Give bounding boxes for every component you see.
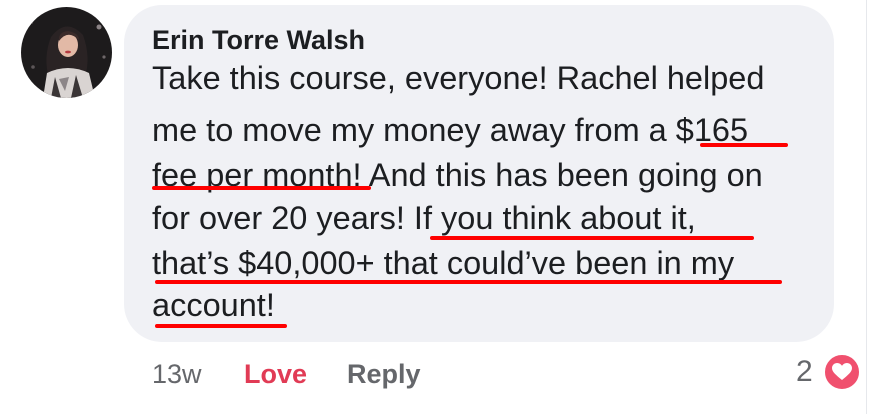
comment-text-line: for over 20 years! If you think about it…: [152, 200, 696, 236]
annotation-underline: [700, 143, 788, 147]
love-button[interactable]: Love: [244, 357, 307, 391]
annotation-underline: [152, 186, 371, 190]
heart-icon[interactable]: [823, 353, 861, 391]
annotation-underline: [155, 324, 287, 328]
comment-text-line: that’s $40,000+ that could’ve been in my: [152, 245, 735, 281]
right-divider: [866, 0, 867, 414]
avatar[interactable]: [21, 7, 112, 98]
comment-text-line: account!: [152, 287, 275, 323]
annotation-underline: [430, 236, 754, 240]
comment-timestamp[interactable]: 13w: [152, 357, 202, 391]
comment-author[interactable]: Erin Torre Walsh: [152, 25, 365, 56]
comment-text-line: Take this course, everyone! Rachel helpe…: [152, 60, 765, 96]
reply-button[interactable]: Reply: [347, 357, 421, 391]
annotation-underline: [155, 280, 782, 284]
reaction-count[interactable]: 2: [796, 354, 813, 390]
comment-text-line: me to move my money away from a $165: [152, 112, 749, 148]
